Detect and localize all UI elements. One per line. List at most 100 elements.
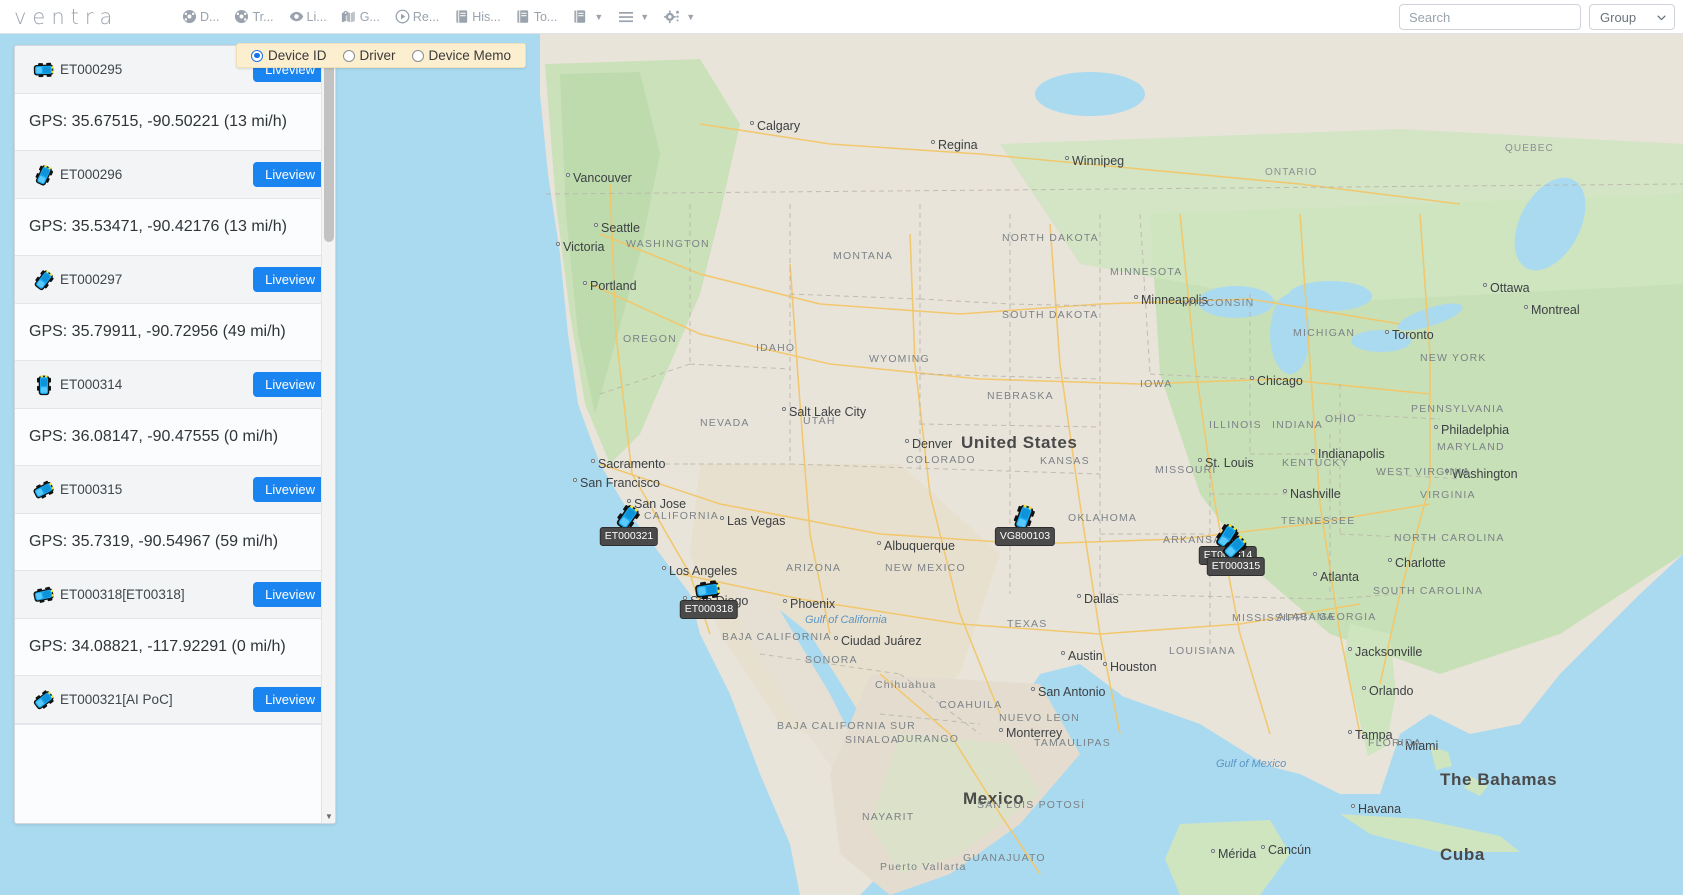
map-device-marker[interactable]: ET000321: [599, 501, 659, 546]
map-label: KANSAS: [1040, 455, 1090, 467]
device-list-scrollbar[interactable]: ▲ ▼: [321, 46, 335, 823]
search-mode-radio-group[interactable]: Device ID Driver Device Memo: [236, 43, 527, 68]
device-card-header[interactable]: ET000314 Liveview: [15, 361, 335, 409]
device-gps-readout: GPS: 35.79911, -90.72956 (49 mi/h): [15, 304, 335, 360]
nav-item-d[interactable]: D...: [174, 5, 226, 28]
map-label: MONTANA: [833, 250, 894, 262]
map-label: Chicago: [1257, 374, 1303, 388]
device-card[interactable]: ET000321[AI PoC] Liveview: [15, 676, 335, 725]
nav-item-to[interactable]: To...: [508, 5, 565, 28]
search-input[interactable]: [1399, 4, 1581, 30]
map-city-dot: [834, 636, 838, 640]
map-label: FLORIDA: [1368, 737, 1422, 749]
scroll-down-arrow-icon[interactable]: ▼: [322, 809, 335, 823]
device-name: ET000318[ET00318]: [60, 587, 185, 602]
map-device-marker[interactable]: ET000318: [679, 574, 739, 619]
map-label: NEW MEXICO: [885, 562, 966, 574]
map-label: GEORGIA: [1319, 611, 1377, 623]
device-card[interactable]: ET000296 Liveview GPS: 35.53471, -90.42176…: [15, 151, 335, 256]
device-card[interactable]: ET000314 Liveview GPS: 36.08147, -90.47555…: [15, 361, 335, 466]
map-city-dot: [662, 566, 666, 570]
nav-item-gear[interactable]: ▼: [656, 5, 702, 28]
map-city-dot: [1031, 687, 1035, 691]
map-label: Montreal: [1531, 303, 1580, 317]
chevron-down-icon: [1656, 12, 1667, 23]
device-list-scroll-area[interactable]: ET000295 Liveview GPS: 35.67515, -90.50221…: [15, 46, 335, 823]
radio-button-icon[interactable]: [342, 49, 355, 62]
map-label: Jacksonville: [1355, 645, 1423, 659]
map-city-dot: [1198, 458, 1202, 462]
nav-item-g[interactable]: G...: [334, 5, 387, 28]
nav-item-tr[interactable]: Tr...: [226, 5, 280, 28]
map-label: QUEBEC: [1505, 143, 1554, 154]
map-label: INDIANA: [1272, 419, 1323, 431]
map-label: Houston: [1110, 660, 1157, 674]
device-card-header[interactable]: ET000315 Liveview: [15, 466, 335, 514]
map-city-dot: [556, 242, 560, 246]
play-circle-icon: [394, 8, 411, 25]
device-card-header[interactable]: ET000318[ET00318] Liveview: [15, 571, 335, 619]
vehicle-icon: [29, 582, 59, 608]
liveview-button[interactable]: Liveview: [253, 477, 327, 502]
vehicle-icon[interactable]: ET000321: [599, 501, 659, 546]
radio-button-icon[interactable]: [251, 49, 263, 62]
map-label: Puerto Vallarta: [880, 861, 967, 873]
nav-item-re[interactable]: Re...: [387, 5, 446, 28]
nav-item-li[interactable]: Li...: [281, 5, 334, 28]
list-icon: [617, 8, 634, 25]
device-name: ET000314: [60, 377, 123, 392]
nav-item-book[interactable]: ▼: [564, 5, 610, 28]
app-header: ventra D... Tr... Li... G... Re... His... To..…: [0, 0, 1683, 34]
map-label: NORTH CAROLINA: [1394, 532, 1505, 544]
scrollbar-thumb[interactable]: [324, 62, 334, 242]
radio-option-driver[interactable]: Driver: [342, 48, 396, 63]
vehicle-icon: [29, 57, 59, 83]
device-card[interactable]: ET000297 Liveview GPS: 35.79911, -90.72956…: [15, 256, 335, 361]
map-city-dot: [1311, 449, 1315, 453]
device-card-header[interactable]: ET000297 Liveview: [15, 256, 335, 304]
device-list-panel[interactable]: ET000295 Liveview GPS: 35.67515, -90.50221…: [14, 45, 336, 824]
map-label: OREGON: [623, 333, 677, 345]
liveview-button[interactable]: Liveview: [253, 162, 327, 187]
tracking-icon: [233, 8, 250, 25]
map-city-dot: [1388, 558, 1392, 562]
map-city-dot: [1061, 651, 1065, 655]
nav-item-his[interactable]: His...: [446, 5, 507, 28]
map-label: COAHUILA: [939, 699, 1003, 711]
device-gps-readout: GPS: 35.53471, -90.42176 (13 mi/h): [15, 199, 335, 255]
book-icon: [515, 8, 532, 25]
radio-option-label: Driver: [359, 48, 396, 63]
map-label: GUANAJUATO: [963, 852, 1046, 864]
vehicle-icon: [29, 477, 59, 503]
liveview-button[interactable]: Liveview: [253, 267, 327, 292]
radio-option-device-id[interactable]: Device ID: [251, 48, 327, 63]
chevron-down-icon: ▼: [640, 11, 650, 22]
device-card-header[interactable]: ET000321[AI PoC] Liveview: [15, 676, 335, 724]
liveview-button[interactable]: Liveview: [253, 372, 327, 397]
map-label: ILLINOIS: [1209, 419, 1262, 431]
radio-option-device-memo[interactable]: Device Memo: [411, 48, 511, 63]
device-card[interactable]: ET000318[ET00318] Liveview GPS: 34.08821, …: [15, 571, 335, 676]
map-city-dot: [1065, 156, 1069, 160]
map-label: Regina: [938, 138, 978, 152]
vehicle-icon[interactable]: ET000318: [679, 574, 739, 619]
nav-item-list[interactable]: ▼: [610, 5, 656, 28]
vehicle-icon[interactable]: VG800103: [994, 501, 1056, 546]
device-name: ET000297: [60, 272, 123, 287]
map-label: The Bahamas: [1440, 770, 1558, 789]
map-label: SOUTH CAROLINA: [1373, 585, 1484, 597]
map-device-marker[interactable]: VG800103: [994, 501, 1056, 546]
map-city-dot: [1524, 305, 1528, 309]
vehicle-icon[interactable]: ET000315: [1206, 531, 1266, 576]
map-label: CALIFORNIA: [644, 510, 720, 522]
radio-button-icon[interactable]: [411, 49, 424, 62]
group-dropdown[interactable]: Group: [1589, 4, 1675, 30]
liveview-button[interactable]: Liveview: [253, 582, 327, 607]
nav-item-label: His...: [472, 9, 501, 24]
map-device-marker[interactable]: ET000315: [1206, 531, 1266, 576]
map-label: United States: [961, 433, 1078, 452]
device-card-header[interactable]: ET000296 Liveview: [15, 151, 335, 199]
device-card[interactable]: ET000315 Liveview GPS: 35.7319, -90.54967 …: [15, 466, 335, 571]
map-label: Ottawa: [1490, 281, 1530, 295]
liveview-button[interactable]: Liveview: [253, 687, 327, 712]
